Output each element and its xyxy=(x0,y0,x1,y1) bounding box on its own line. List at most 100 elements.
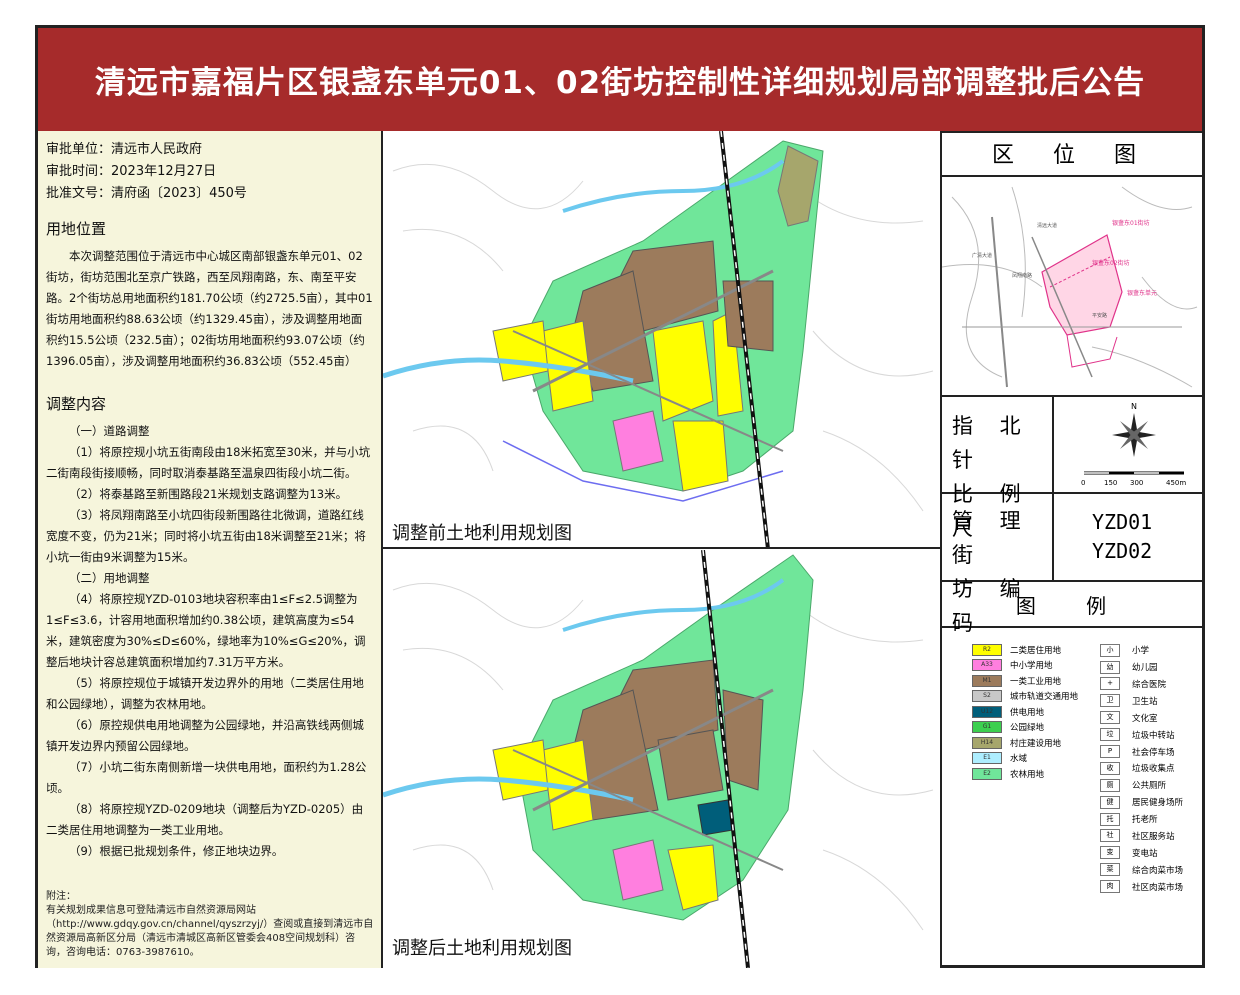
block-code-label: 管 理 街 坊 编 码 xyxy=(942,494,1054,635)
compass-scale-row: 指 北 针 比 例 尺 N 0 150 300 450m xyxy=(942,397,1202,540)
map-area: 调整前土地利用规划图 调整后土地利用规划图 xyxy=(383,131,940,968)
legend-label: 垃圾收集点 xyxy=(1132,764,1175,775)
adjust-item: （4）将原控规YZD-0103地块容积率由1≤F≤2.5调整为1≤F≤3.6，计… xyxy=(46,592,366,669)
legend-label: 公园绿地 xyxy=(1010,723,1045,733)
site-text: 本次调整范围位于清远市中心城区南部银盏东单元01、02街坊，街坊范围北至京广铁路… xyxy=(46,249,373,368)
legend-label: 农林用地 xyxy=(1010,769,1045,780)
legend-swatch: S2 xyxy=(972,690,1002,702)
location-map-title: 区 位 图 xyxy=(942,131,1202,177)
map-after: 调整后土地利用规划图 xyxy=(383,550,940,968)
approval-date: 审批时间：2023年12月27日 xyxy=(46,164,217,179)
block-code-row: 管 理 街 坊 编 码 YZD01 YZD02 xyxy=(942,494,1202,635)
map-after-caption: 调整后土地利用规划图 xyxy=(389,934,575,960)
facility-icon: 健 xyxy=(1100,795,1120,809)
map-before-drawing xyxy=(383,131,940,547)
legend-swatch: U12 xyxy=(972,705,1002,718)
landuse-legend-item: M1 一类工业用地 xyxy=(972,673,1078,688)
loc-label-road: 清远大道 xyxy=(1037,222,1057,229)
footer-note: 附注： 有关规划成果信息可登陆清远市自然资源局网站（http://www.gdq… xyxy=(46,890,374,960)
block-code-01: YZD01 xyxy=(1092,510,1153,534)
facility-legend-item: 菜 综合肉菜市场 xyxy=(1100,862,1183,878)
location-map-drawing: 银盏东01街坊 银盏东02街坊 银盏东单元 广清大道 清远大道 凤翔南路 平安路 xyxy=(942,177,1200,393)
landuse-legend-item: E2 农林用地 xyxy=(972,766,1078,781)
adjust-item: （3）将凤翔南路至小坑四街段新围路往北微调，道路红线宽度不变，仍为21米；同时将… xyxy=(46,508,366,564)
facility-legend-item: P 社会停车场 xyxy=(1100,743,1183,759)
legend-label: 综合医院 xyxy=(1132,679,1167,690)
loc-label-road: 凤翔南路 xyxy=(1012,272,1032,279)
compass-label: 指 北 针 xyxy=(952,414,1031,472)
legend-label: 社区服务站 xyxy=(1132,831,1175,842)
loc-label-02: 银盏东02街坊 xyxy=(1092,259,1130,267)
adjust-heading: 调整内容 xyxy=(46,395,107,413)
landuse-legend-item: H14 村庄建设用地 xyxy=(972,735,1078,750)
legend-label: 垃圾中转站 xyxy=(1132,730,1175,741)
landuse-legend: R2 二类居住用地 A33 中小学用地 M1 一类工业用地 S2 城市轨道交通用地 U12 供电用… xyxy=(972,642,1078,782)
approval-doc-no: 批准文号：清府函〔2023〕450号 xyxy=(46,186,247,201)
page-title: 清远市嘉福片区银盏东单元01、02街坊控制性详细规划局部调整批后公告 xyxy=(94,65,1146,101)
facility-icon: 小 xyxy=(1100,643,1120,657)
facility-icon: 社 xyxy=(1100,829,1120,843)
north-label: N xyxy=(1131,402,1137,411)
legend-label: 供电用地 xyxy=(1010,707,1045,718)
block-codes: YZD01 YZD02 xyxy=(1054,494,1202,580)
facility-icon: 肉 xyxy=(1100,880,1120,894)
location-map: 银盏东01街坊 银盏东02街坊 银盏东单元 广清大道 清远大道 凤翔南路 平安路 xyxy=(942,177,1202,397)
adjust-item: （5）将原控规位于城镇开发边界外的用地（二类居住用地和公园绿地），调整为农林用地… xyxy=(46,676,364,711)
adjust-item: （8）将原控规YZD-0209地块（调整后为YZD-0205）由二类居住用地调整… xyxy=(46,802,364,837)
facility-legend-item: 厕 公共厕所 xyxy=(1100,777,1183,793)
scale-tick: 0 xyxy=(1081,479,1085,487)
legend-swatch: H14 xyxy=(972,736,1002,749)
legend-swatch: G1 xyxy=(972,721,1002,733)
legend-label: 卫生站 xyxy=(1132,696,1158,707)
landuse-legend-item: A33 中小学用地 xyxy=(972,658,1078,673)
legend-swatch: A33 xyxy=(972,659,1002,671)
approval-unit: 审批单位：清远市人民政府 xyxy=(46,142,203,157)
facility-legend-item: + 综合医院 xyxy=(1100,676,1183,692)
compass-scale-body: N 0 150 300 450m xyxy=(1054,397,1202,492)
facility-legend-item: 幼 幼儿园 xyxy=(1100,659,1183,675)
legend-label: 城市轨道交通用地 xyxy=(1010,692,1079,702)
map-after-drawing xyxy=(383,550,940,968)
facility-icon: + xyxy=(1100,677,1120,691)
poster-frame: 清远市嘉福片区银盏东单元01、02街坊控制性详细规划局部调整批后公告 审批单位：… xyxy=(35,25,1205,968)
map-before-caption: 调整前土地利用规划图 xyxy=(389,519,575,545)
site-heading: 用地位置 xyxy=(46,220,107,238)
adjust-item: （一）道路调整 xyxy=(69,424,150,438)
adjust-item: （二）用地调整 xyxy=(69,571,150,585)
right-info-panel: 区 位 图 银盏东01街坊 银盏东02街坊 银盏东单元 广清大道 清远大道 凤翔… xyxy=(940,131,1202,968)
adjust-item: （7）小坑二街东南侧新增一块供电用地，面积约为1.28公顷。 xyxy=(46,760,367,795)
facility-legend-item: 垃 垃圾中转站 xyxy=(1100,726,1183,742)
facility-icon: 厕 xyxy=(1100,778,1120,792)
landuse-legend-item: U12 供电用地 xyxy=(972,704,1078,719)
facility-icon: 菜 xyxy=(1100,863,1120,877)
facility-legend-item: 小 小学 xyxy=(1100,642,1183,658)
legend-swatch: E2 xyxy=(972,767,1002,780)
facility-icon: 托 xyxy=(1100,812,1120,826)
compass-scale-label: 指 北 针 比 例 尺 xyxy=(942,397,1054,540)
title-bar: 清远市嘉福片区银盏东单元01、02街坊控制性详细规划局部调整批后公告 xyxy=(38,28,1202,133)
facility-icon: P xyxy=(1100,745,1120,759)
landuse-legend-item: G1 公园绿地 xyxy=(972,720,1078,735)
legend: R2 二类居住用地 A33 中小学用地 M1 一类工业用地 S2 城市轨道交通用地 U12 供电用… xyxy=(942,628,1202,894)
facility-legend-item: 社 社区服务站 xyxy=(1100,828,1183,844)
legend-label: 水域 xyxy=(1010,754,1028,764)
loc-label-01: 银盏东01街坊 xyxy=(1112,219,1150,227)
loc-label-unit: 银盏东单元 xyxy=(1127,289,1157,297)
footer-text: 有关规划成果信息可登陆清远市自然资源局网站（http://www.gdqy.go… xyxy=(46,905,374,958)
legend-label: 变电站 xyxy=(1132,848,1158,859)
legend-label: 社会停车场 xyxy=(1132,747,1175,758)
facility-legend-item: 文 文化室 xyxy=(1100,710,1183,726)
block-code-02: YZD02 xyxy=(1092,539,1153,563)
facility-legend-item: 托 托老所 xyxy=(1100,811,1183,827)
facility-legend-item: 变 变电站 xyxy=(1100,845,1183,861)
landuse-legend-item: E1 水域 xyxy=(972,751,1078,766)
legend-label: 文化室 xyxy=(1132,713,1158,724)
code-label-line1: 管 理 街 xyxy=(952,509,1031,567)
legend-label: 公共厕所 xyxy=(1132,781,1167,792)
scale-tick: 150 xyxy=(1104,479,1117,487)
legend-label: 村庄建设用地 xyxy=(1010,738,1062,749)
scale-tick: 450m xyxy=(1166,479,1186,487)
adjust-item: （2）将泰基路至新围路段21米规划支路调整为13米。 xyxy=(69,487,348,501)
legend-label: 社区肉菜市场 xyxy=(1132,882,1184,893)
legend-label: 居民健身场所 xyxy=(1132,798,1184,809)
